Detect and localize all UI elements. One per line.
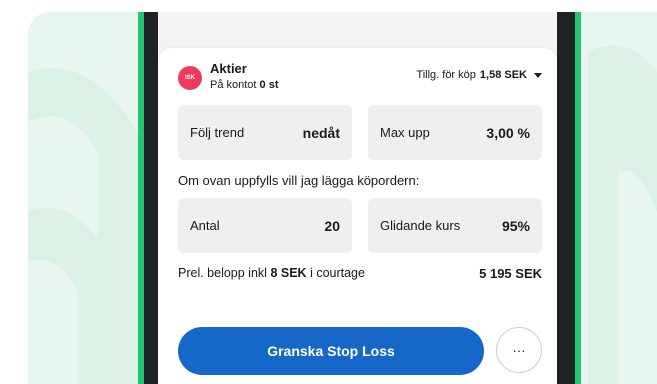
account-holdings: På kontot 0 st [210, 79, 279, 91]
caret-down-icon [534, 72, 542, 78]
phone-bezel-right [557, 12, 575, 384]
follow-trend-label: Följ trend [190, 125, 245, 140]
quantity-label: Antal [190, 218, 220, 233]
condition-text: Om ovan uppfylls vill jag lägga köporder… [178, 173, 420, 188]
slippage-label: Glidande kurs [380, 218, 461, 233]
max-up-field[interactable]: Max upp 3,00 % [368, 105, 542, 160]
follow-trend-value: nedåt [302, 124, 340, 141]
review-stop-loss-button[interactable]: Granska Stop Loss [178, 327, 484, 375]
slippage-field[interactable]: Glidande kurs 95% [368, 198, 542, 253]
phone-bezel-left [144, 12, 158, 384]
preliminary-amount-text: Prel. belopp inkl 8 SEK i courtage [178, 266, 365, 280]
holdings-label: På kontot [210, 79, 257, 91]
quantity-value: 20 [324, 217, 340, 234]
max-up-label: Max upp [380, 125, 430, 140]
slippage-value: 95% [501, 217, 530, 234]
available-value: 1,58 SEK [479, 69, 527, 81]
available-label: Tillg. för köp [416, 69, 476, 81]
isk-account-badge: ISK [178, 66, 202, 90]
prel-suffix: i courtage [310, 266, 365, 280]
order-sheet: ISK Aktier På kontot 0 st Tillg. för köp… [158, 48, 557, 384]
phone-edge-right [575, 12, 581, 384]
more-icon: ··· [512, 342, 526, 358]
total-amount: 5 195 SEK [479, 266, 542, 281]
account-name: Aktier [210, 61, 247, 76]
available-to-buy-selector[interactable]: Tillg. för köp 1,58 SEK [416, 69, 542, 81]
holdings-value: 0 st [259, 79, 279, 91]
max-up-value: 3,00 % [486, 124, 530, 141]
more-options-button[interactable]: ··· [496, 327, 542, 373]
quantity-field[interactable]: Antal 20 [178, 198, 352, 253]
prel-prefix: Prel. belopp inkl [178, 266, 267, 280]
follow-trend-field[interactable]: Följ trend nedåt [178, 105, 352, 160]
courtage-fee: 8 SEK [270, 266, 307, 280]
